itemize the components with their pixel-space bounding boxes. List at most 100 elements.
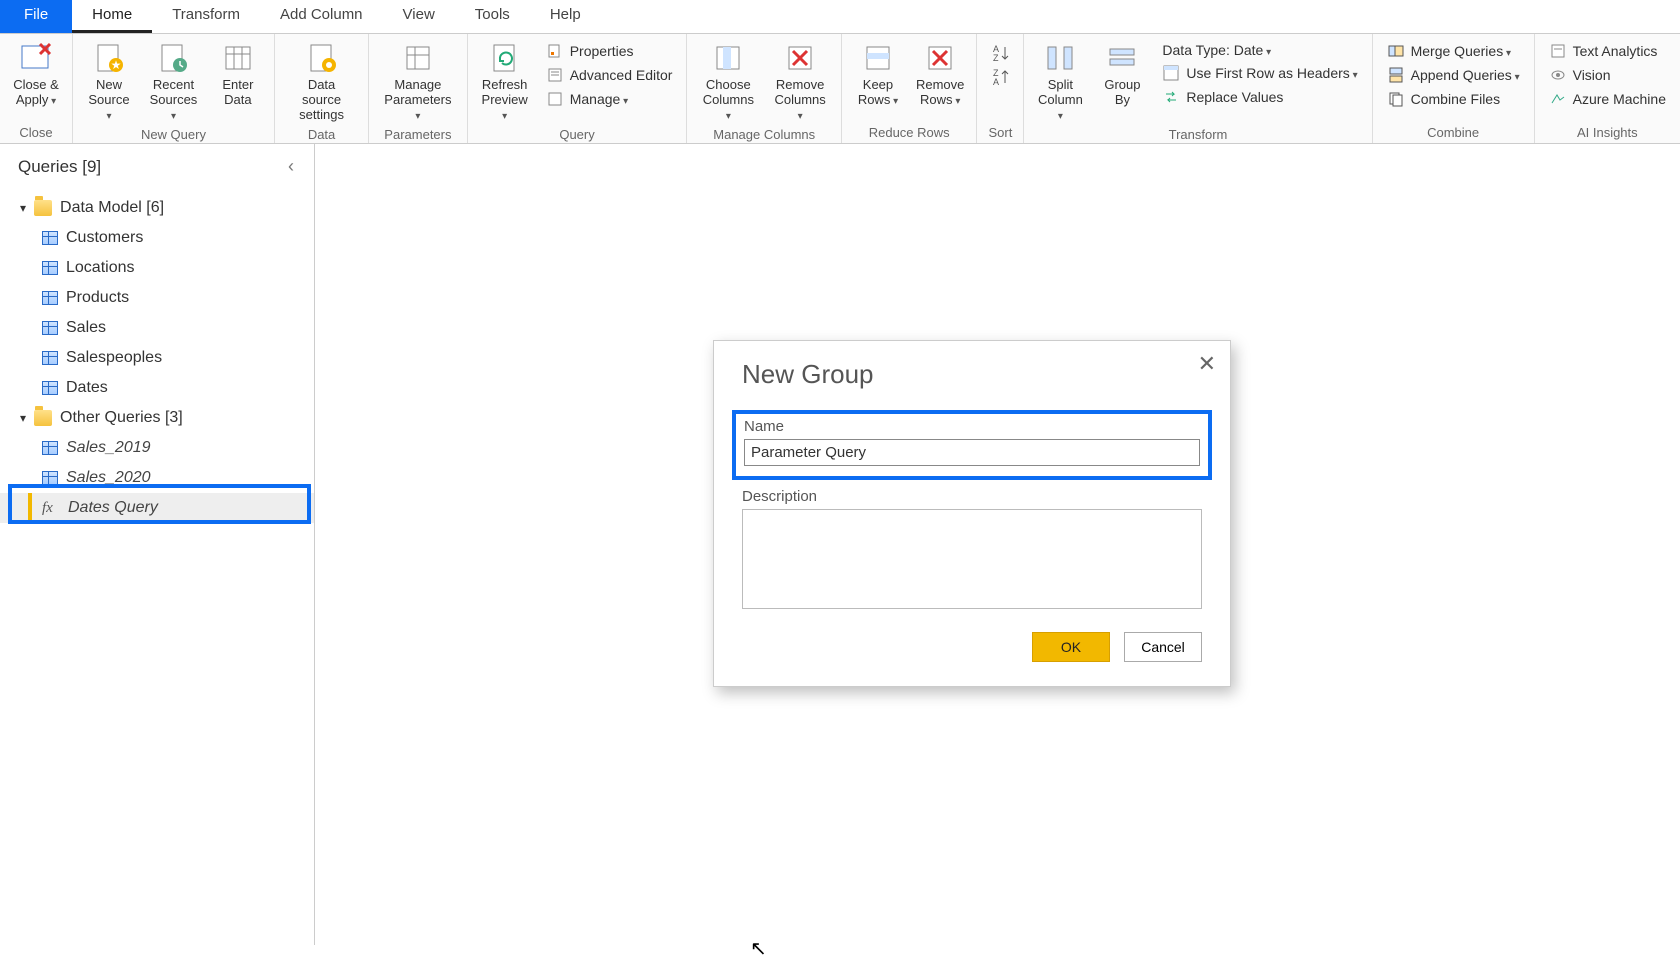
query-label: Sales_2019: [66, 439, 151, 457]
split-column-button[interactable]: Split Column: [1032, 38, 1088, 125]
query-sales-2020[interactable]: Sales_2020: [0, 463, 314, 493]
append-queries-button[interactable]: Append Queries: [1383, 64, 1524, 86]
tab-home[interactable]: Home: [72, 0, 152, 33]
tab-tools[interactable]: Tools: [455, 0, 530, 33]
merge-queries-label: Merge Queries: [1411, 43, 1511, 59]
replace-values-icon: [1162, 88, 1180, 106]
tab-add-column[interactable]: Add Column: [260, 0, 383, 33]
name-label: Name: [744, 418, 1200, 435]
azure-ml-label: Azure Machine: [1573, 91, 1666, 107]
advanced-editor-button[interactable]: Advanced Editor: [542, 64, 677, 86]
new-source-icon: ★: [91, 40, 127, 76]
group-ai-label: AI Insights: [1543, 123, 1672, 143]
query-label: Dates: [66, 379, 108, 397]
description-input[interactable]: [742, 509, 1202, 609]
query-sales-2019[interactable]: Sales_2019: [0, 433, 314, 463]
merge-queries-button[interactable]: Merge Queries: [1383, 40, 1524, 62]
first-row-headers-button[interactable]: Use First Row as Headers: [1158, 62, 1361, 84]
azure-ml-button[interactable]: Azure Machine: [1545, 88, 1670, 110]
tree-group-data-model[interactable]: ▾ Data Model [6]: [0, 193, 314, 223]
refresh-preview-button[interactable]: Refresh Preview: [476, 38, 534, 125]
close-apply-icon: [18, 40, 54, 76]
group-by-label: Group By: [1104, 78, 1140, 108]
recent-sources-icon: [155, 40, 191, 76]
query-dates-query[interactable]: fxDates Query: [0, 493, 314, 523]
manage-parameters-button[interactable]: Manage Parameters: [377, 38, 458, 125]
table-icon: [42, 261, 58, 275]
choose-columns-label: Choose Columns: [699, 78, 757, 123]
new-group-dialog: ✕ New Group Name Description OK Cancel: [713, 340, 1231, 687]
table-icon: [42, 321, 58, 335]
data-source-settings-icon: [304, 40, 340, 76]
close-apply-label: Close & Apply: [13, 78, 59, 108]
vision-button[interactable]: Vision: [1545, 64, 1670, 86]
sort-desc-button[interactable]: ZA: [987, 66, 1013, 88]
merge-queries-icon: [1387, 42, 1405, 60]
group-new-query-label: New Query: [81, 125, 266, 145]
choose-columns-icon: [710, 40, 746, 76]
group-by-button[interactable]: Group By: [1094, 38, 1150, 110]
query-locations[interactable]: Locations: [0, 253, 314, 283]
split-column-label: Split Column: [1036, 78, 1084, 123]
svg-text:A: A: [993, 77, 999, 87]
new-source-button[interactable]: ★ New Source: [81, 38, 137, 125]
text-analytics-label: Text Analytics: [1573, 43, 1658, 59]
collapse-queries-button[interactable]: ‹: [282, 154, 300, 179]
query-dates[interactable]: Dates: [0, 373, 314, 403]
cancel-button[interactable]: Cancel: [1124, 632, 1202, 662]
table-icon: [42, 471, 58, 485]
tab-file[interactable]: File: [0, 0, 72, 33]
tab-help[interactable]: Help: [530, 0, 601, 33]
remove-rows-icon: [922, 40, 958, 76]
data-type-button[interactable]: Data Type: Date: [1158, 40, 1361, 60]
properties-button[interactable]: Properties: [542, 40, 677, 62]
query-customers[interactable]: Customers: [0, 223, 314, 253]
sort-asc-button[interactable]: AZ: [987, 42, 1013, 64]
query-salespeoples[interactable]: Salespeoples: [0, 343, 314, 373]
query-products[interactable]: Products: [0, 283, 314, 313]
text-analytics-button[interactable]: Text Analytics: [1545, 40, 1670, 62]
enter-data-icon: [220, 40, 256, 76]
refresh-icon: [487, 40, 523, 76]
close-apply-button[interactable]: Close & Apply: [8, 38, 64, 110]
dialog-title: New Group: [742, 359, 1202, 390]
group-sort-label: Sort: [985, 123, 1015, 143]
name-field-highlight: Name: [732, 410, 1212, 480]
group-combine-label: Combine: [1381, 123, 1526, 143]
manage-parameters-icon: [400, 40, 436, 76]
name-input[interactable]: [744, 439, 1200, 466]
manage-icon: [546, 90, 564, 108]
data-source-settings-button[interactable]: Data source settings: [283, 38, 360, 125]
append-queries-label: Append Queries: [1411, 67, 1520, 83]
new-source-label: New Source: [85, 78, 133, 123]
query-sales[interactable]: Sales: [0, 313, 314, 343]
remove-rows-button[interactable]: Remove Rows: [912, 38, 968, 110]
enter-data-button[interactable]: Enter Data: [210, 38, 266, 110]
svg-text:★: ★: [111, 58, 122, 72]
manage-button[interactable]: Manage: [542, 88, 677, 110]
combine-files-button[interactable]: Combine Files: [1383, 88, 1524, 110]
queries-title: Queries [9]: [18, 157, 101, 177]
folder-icon: [34, 200, 52, 216]
tab-view[interactable]: View: [383, 0, 455, 33]
recent-sources-button[interactable]: Recent Sources: [143, 38, 204, 125]
table-icon: [42, 291, 58, 305]
ok-button[interactable]: OK: [1032, 632, 1110, 662]
query-label: Locations: [66, 259, 135, 277]
remove-columns-button[interactable]: Remove Columns: [767, 38, 833, 125]
dialog-close-button[interactable]: ✕: [1198, 351, 1216, 377]
replace-values-button[interactable]: Replace Values: [1158, 86, 1361, 108]
keep-rows-button[interactable]: Keep Rows: [850, 38, 906, 110]
group-reduce-rows-label: Reduce Rows: [850, 123, 968, 143]
choose-columns-button[interactable]: Choose Columns: [695, 38, 761, 125]
text-analytics-icon: [1549, 42, 1567, 60]
tree-group-label: Other Queries [3]: [60, 409, 183, 427]
tab-transform[interactable]: Transform: [152, 0, 260, 33]
tree-group-other-queries[interactable]: ▾ Other Queries [3]: [0, 403, 314, 433]
manage-parameters-label: Manage Parameters: [381, 78, 454, 123]
caret-icon: ▾: [20, 411, 26, 425]
recent-sources-label: Recent Sources: [147, 78, 200, 123]
caret-icon: ▾: [20, 201, 26, 215]
advanced-editor-label: Advanced Editor: [570, 67, 673, 83]
cursor-icon: ↖: [750, 936, 767, 961]
